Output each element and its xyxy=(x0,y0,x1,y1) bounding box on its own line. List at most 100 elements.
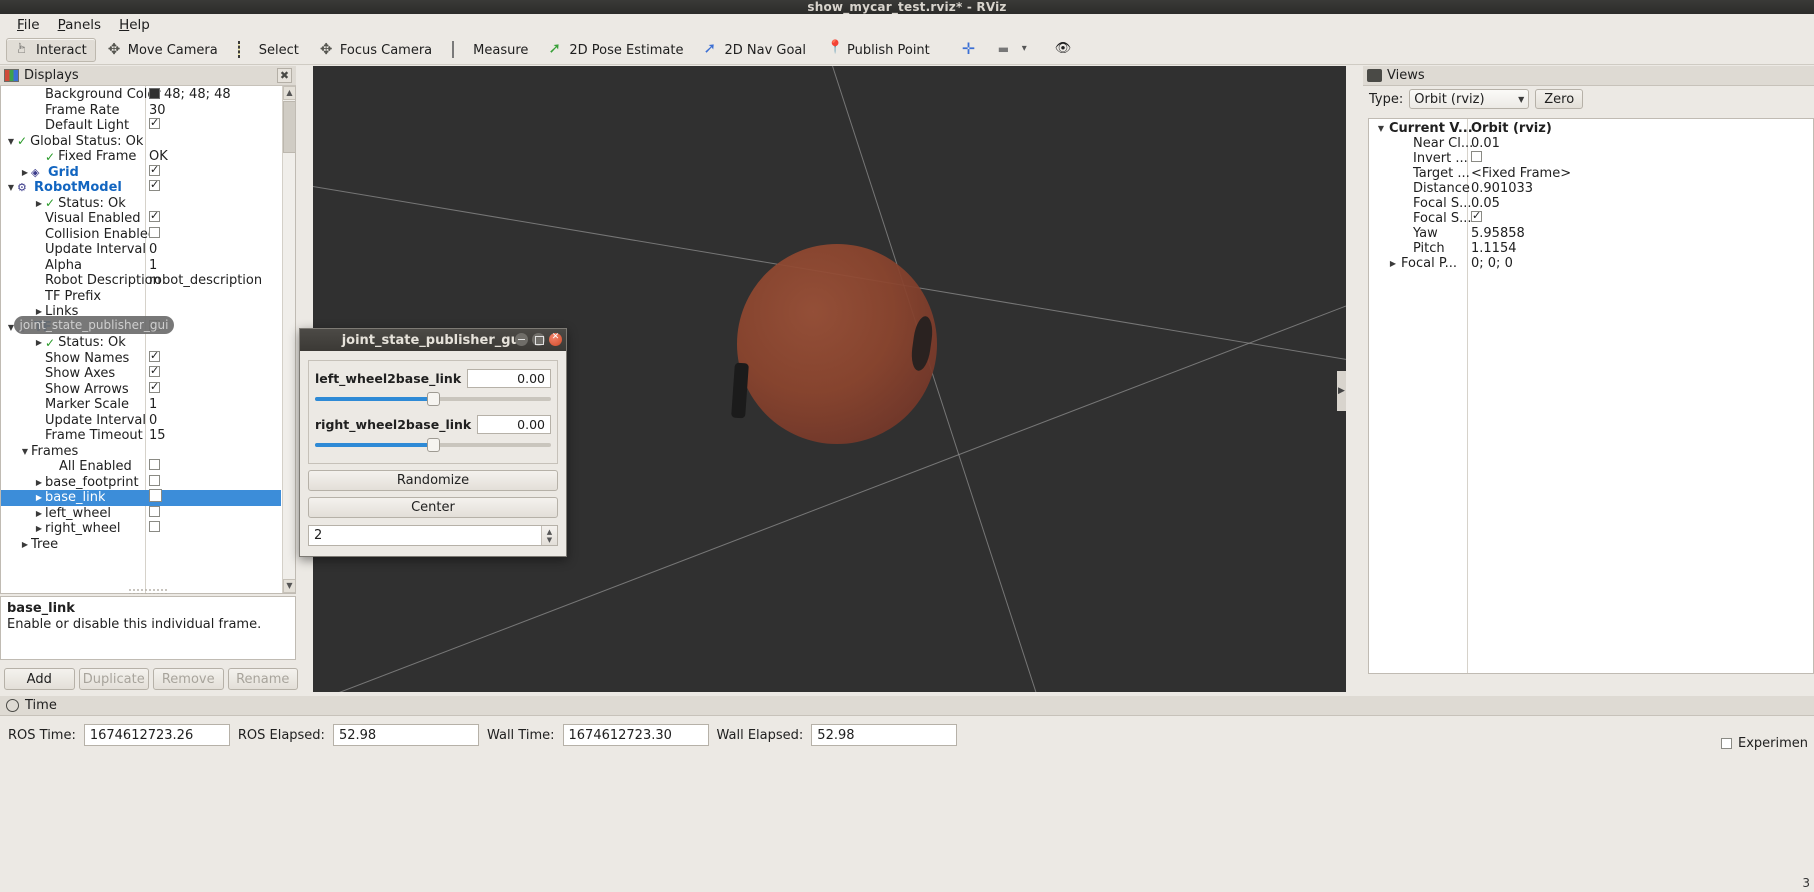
collapse-arrow-icon[interactable]: ▼ xyxy=(5,137,17,146)
panel-expand-arrow[interactable]: ▶ xyxy=(1337,371,1346,411)
row-value[interactable] xyxy=(149,209,160,226)
view-row-yaw[interactable]: Yaw 5.95858 xyxy=(1369,226,1813,241)
tool-select[interactable]: Select xyxy=(229,38,308,62)
minimize-icon[interactable] xyxy=(515,333,528,346)
collapse-arrow-icon[interactable]: ▼ xyxy=(1373,124,1389,133)
checkbox[interactable] xyxy=(149,226,160,238)
checkbox[interactable] xyxy=(1471,151,1482,162)
experimental-checkbox-row[interactable]: Experimen xyxy=(1720,736,1808,751)
scrollbar-thumb[interactable] xyxy=(283,101,295,153)
row-value[interactable] xyxy=(149,521,160,536)
expand-arrow-icon[interactable]: ▶ xyxy=(33,478,45,487)
view-row-current-v[interactable]: ▼ Current V... Orbit (rviz) xyxy=(1369,121,1813,136)
views-property-tree[interactable]: ▼ Current V... Orbit (rviz) Near Cl... 0.01 I… xyxy=(1368,118,1814,674)
display-row-grid[interactable]: ▶ ◈ Grid xyxy=(1,163,281,181)
checkbox[interactable] xyxy=(149,505,160,517)
joint-state-publisher-dialog[interactable]: joint_state_publisher_gui left_wheel2bas… xyxy=(299,328,567,557)
randomize-button[interactable]: Randomize xyxy=(308,470,558,491)
tool-remove[interactable] xyxy=(989,38,1044,62)
expand-arrow-icon[interactable]: ▶ xyxy=(33,199,45,208)
slider-handle[interactable] xyxy=(427,392,440,406)
row-value[interactable] xyxy=(149,474,160,490)
expand-arrow-icon[interactable]: ▶ xyxy=(33,524,45,533)
display-row-tree[interactable]: ▶ Tree xyxy=(1,537,281,553)
display-row-alpha[interactable]: Alpha 1 xyxy=(1,258,281,274)
maximize-icon[interactable] xyxy=(532,333,545,346)
collapse-arrow-icon[interactable]: ▼ xyxy=(19,447,31,456)
displays-scrollbar[interactable]: ▲ ▼ xyxy=(282,86,295,593)
checkbox[interactable] xyxy=(149,474,160,486)
tool-move-camera[interactable]: Move Camera xyxy=(98,38,227,62)
experimental-checkbox[interactable] xyxy=(1720,738,1732,749)
display-row-update-interval[interactable]: Update Interval 0 xyxy=(1,242,281,258)
ros-time-field[interactable]: 1674612723.26 xyxy=(83,724,230,746)
row-value[interactable] xyxy=(149,380,160,397)
display-row-all-enabled[interactable]: All Enabled xyxy=(1,459,281,475)
checkbox[interactable] xyxy=(149,349,160,362)
display-row-status-ok[interactable]: ▶ ✓ Status: Ok xyxy=(1,196,281,212)
display-row-marker-scale[interactable]: Marker Scale 1 xyxy=(1,397,281,413)
checkbox[interactable] xyxy=(1471,209,1482,222)
display-row-show-arrows[interactable]: Show Arrows xyxy=(1,380,281,398)
view-row-target[interactable]: Target ... <Fixed Frame> xyxy=(1369,166,1813,181)
row-value[interactable] xyxy=(149,178,160,195)
display-row-frames[interactable]: ▼ Frames xyxy=(1,444,281,460)
rename-button[interactable]: Rename xyxy=(227,668,298,690)
expand-arrow-icon[interactable]: ▶ xyxy=(19,540,31,549)
display-row-update-interval[interactable]: Update Interval 0 xyxy=(1,413,281,429)
tool-focus-camera[interactable]: Focus Camera xyxy=(310,38,441,62)
row-value[interactable] xyxy=(149,116,160,133)
checkbox[interactable] xyxy=(149,178,160,192)
expand-arrow-icon[interactable]: ▶ xyxy=(33,509,45,518)
joint-value-left-wheel[interactable]: 0.00 xyxy=(467,369,551,388)
slider-handle[interactable] xyxy=(427,438,440,452)
tool-interact[interactable]: Interact xyxy=(6,38,96,62)
display-row-global-status-ok[interactable]: ▼ ✓ Global Status: Ok xyxy=(1,134,281,150)
duplicate-button[interactable]: Duplicate xyxy=(78,668,149,690)
expand-arrow-icon[interactable]: ▶ xyxy=(33,307,45,316)
wall-time-field[interactable]: 1674612723.30 xyxy=(562,724,709,746)
scroll-down-icon[interactable]: ▼ xyxy=(283,579,295,593)
checkbox[interactable] xyxy=(149,380,160,393)
displays-tree[interactable]: Background Color 48; 48; 48 Frame Rate 30 De… xyxy=(0,86,296,594)
expand-arrow-icon[interactable]: ▶ xyxy=(33,493,45,502)
expand-arrow-icon[interactable]: ▶ xyxy=(1385,259,1401,268)
display-row-robotmodel[interactable]: ▼ ⚙ RobotModel xyxy=(1,178,281,196)
view-row-focal-p[interactable]: ▶ Focal P... 0; 0; 0 xyxy=(1369,256,1813,271)
display-row-visual-enabled[interactable]: Visual Enabled xyxy=(1,209,281,227)
add-button[interactable]: Add xyxy=(4,668,75,690)
ros-elapsed-field[interactable]: 52.98 xyxy=(332,724,479,746)
checkbox[interactable] xyxy=(149,364,160,378)
expand-arrow-icon[interactable]: ▶ xyxy=(19,168,31,177)
spinner-arrows[interactable]: ▲ ▼ xyxy=(541,526,557,545)
views-type-select[interactable]: Orbit (rviz) ▼ xyxy=(1409,89,1530,109)
menu-panels[interactable]: Panels xyxy=(49,15,110,35)
view-row-invert[interactable]: Invert ... xyxy=(1369,151,1813,166)
view-row-focal-s[interactable]: Focal S... xyxy=(1369,209,1813,226)
display-row-frame-rate[interactable]: Frame Rate 30 xyxy=(1,103,281,119)
checkbox[interactable] xyxy=(149,521,160,533)
menu-file[interactable]: File xyxy=(8,15,49,35)
expand-arrow-icon[interactable]: ▶ xyxy=(33,338,45,347)
checkbox[interactable] xyxy=(149,489,162,503)
display-row-base-footprint[interactable]: ▶ base_footprint xyxy=(1,474,281,491)
color-swatch[interactable] xyxy=(149,88,160,100)
checkbox[interactable] xyxy=(149,116,160,130)
menu-help[interactable]: Help xyxy=(110,15,159,35)
view-row-distance[interactable]: Distance 0.901033 xyxy=(1369,181,1813,196)
joint-slider-left-wheel[interactable] xyxy=(315,391,551,407)
row-value[interactable] xyxy=(149,505,160,521)
tool-nav-goal[interactable]: 2D Nav Goal xyxy=(694,38,815,62)
panel-splitter[interactable] xyxy=(128,588,168,594)
tool-add[interactable] xyxy=(953,38,987,62)
remove-button[interactable]: Remove xyxy=(153,668,224,690)
checkbox[interactable] xyxy=(149,209,160,223)
display-row-tf-prefix[interactable]: TF Prefix xyxy=(1,289,281,305)
row-value[interactable] xyxy=(149,489,162,506)
display-row-fixed-frame[interactable]: ✓ Fixed Frame OK xyxy=(1,149,281,165)
joint-slider-right-wheel[interactable] xyxy=(315,437,551,453)
display-row-show-names[interactable]: Show Names xyxy=(1,349,281,367)
close-icon[interactable]: ✖ xyxy=(277,68,292,83)
checkbox[interactable] xyxy=(149,459,160,471)
display-row-status-ok[interactable]: ▶ ✓ Status: Ok xyxy=(1,335,281,351)
